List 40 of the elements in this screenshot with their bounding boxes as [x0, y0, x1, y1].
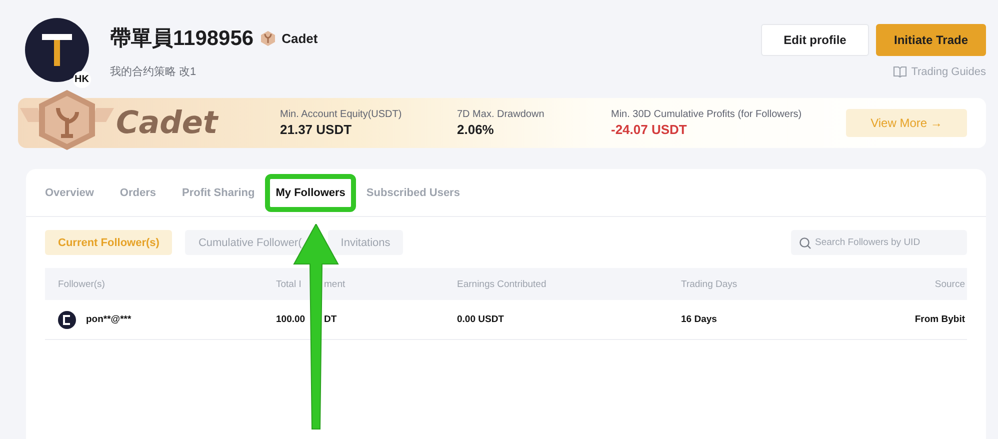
column-header: Trading Days — [681, 278, 738, 290]
trader-bio: 我的合约策略 改1 — [110, 65, 198, 79]
table-cell: 100.00 — [276, 314, 306, 325]
table-cell-text: 16 Days — [681, 314, 718, 325]
profile-tab[interactable]: My Followers — [264, 174, 356, 212]
edit-profile-button[interactable]: Edit profile — [761, 24, 869, 56]
column-header: Earnings Contributed — [457, 278, 548, 290]
column-header: Follower(s) — [58, 278, 106, 290]
search-field[interactable]: Search Followers by UID — [791, 230, 967, 255]
level-label: Cadet — [282, 30, 318, 46]
stat-label: Min. Account Equity(USDT) — [280, 109, 403, 120]
column-header: Source — [934, 278, 966, 290]
book-icon — [893, 65, 908, 78]
user-avatar-icon — [58, 310, 76, 328]
profile-tab[interactable]: Profit Sharing — [182, 182, 255, 202]
profile-tab[interactable]: Subscribed Users — [366, 182, 460, 202]
profile-tab[interactable]: Orders — [120, 182, 156, 202]
stat-value: 21.37 USDT — [280, 122, 353, 137]
follower-filter-tab[interactable]: Cumulative Follower( — [185, 230, 315, 255]
table-cell-text: From Bybit — [914, 314, 966, 325]
view-more-button[interactable]: View More → — [846, 109, 967, 137]
stat-label: 7D Max. Drawdown — [457, 109, 546, 120]
column-header: ment — [324, 278, 346, 290]
avatar-icon — [25, 18, 89, 82]
sprout-badge-icon — [260, 30, 276, 46]
trader-name: 帶單員1198956 — [110, 26, 254, 52]
table-cell-text: 0.00 USDT — [457, 314, 505, 325]
initiate-trade-button[interactable]: Initiate Trade — [876, 24, 986, 56]
table-cell: DT — [324, 314, 337, 325]
table-cell: pon**@*** — [86, 314, 132, 325]
follower-filter-tab[interactable]: Current Follower(s) — [45, 230, 172, 255]
region-badge: HK — [72, 71, 91, 88]
follower-filter-tab[interactable]: Invitations — [328, 230, 404, 255]
trading-guides-link[interactable]: Trading Guides — [893, 65, 986, 78]
column-header: Total I — [276, 278, 302, 290]
cadet-medal-icon — [18, 90, 116, 150]
profile-tab[interactable]: Overview — [45, 182, 94, 202]
stat-label: Min. 30D Cumulative Profits (for Followers) — [611, 109, 802, 120]
stat-value: 2.06% — [457, 122, 495, 137]
stat-value: -24.07 USDT — [611, 122, 688, 137]
